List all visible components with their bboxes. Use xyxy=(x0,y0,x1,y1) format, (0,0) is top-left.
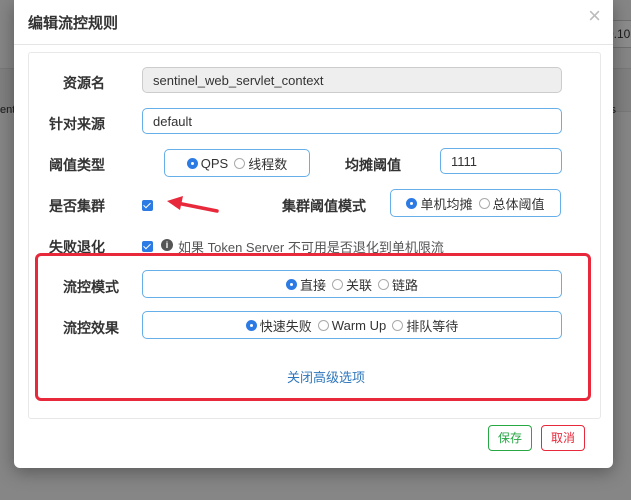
origin-label: 针对来源 xyxy=(49,116,105,132)
radio-qps-dot xyxy=(186,157,198,169)
modal-title: 编辑流控规则 xyxy=(28,15,119,32)
cluster-label: 是否集群 xyxy=(49,198,105,214)
red-arrow-annotation xyxy=(167,196,219,213)
cluster-mode-radio-group: 单机均摊 总体阈值 xyxy=(390,189,561,217)
fallback-checkbox[interactable] xyxy=(142,241,153,252)
origin-input[interactable]: default xyxy=(142,108,562,134)
resource-label: 资源名 xyxy=(63,75,105,91)
cancel-button[interactable]: 取消 xyxy=(541,425,585,451)
avg-threshold-label: 均摊阈值 xyxy=(345,157,401,173)
info-icon: i xyxy=(161,239,173,251)
radio-global-threshold-dot xyxy=(478,197,490,209)
avg-threshold-input[interactable]: 1111 xyxy=(440,148,562,174)
radio-single-avg-dot xyxy=(406,197,418,209)
radio-qps[interactable]: QPS xyxy=(186,155,229,171)
cluster-mode-label: 集群阈值模式 xyxy=(282,198,366,214)
modal-header: 编辑流控规则 × xyxy=(14,0,613,45)
radio-single-avg[interactable]: 单机均摊 xyxy=(406,194,473,213)
cluster-checkbox[interactable] xyxy=(142,200,153,211)
threshold-type-label: 阈值类型 xyxy=(49,157,105,173)
save-button[interactable]: 保存 xyxy=(488,425,532,451)
radio-thread-count[interactable]: 线程数 xyxy=(234,154,287,173)
radio-global-threshold-label: 总体阈值 xyxy=(492,196,545,212)
threshold-type-radio-group: QPS 线程数 xyxy=(164,149,310,177)
resource-name-field: sentinel_web_servlet_context xyxy=(142,67,562,93)
radio-thread-count-label: 线程数 xyxy=(248,156,288,172)
radio-qps-label: QPS xyxy=(200,155,229,171)
radio-global-threshold[interactable]: 总体阈值 xyxy=(478,194,545,213)
advanced-options-highlight xyxy=(35,253,591,401)
radio-single-avg-label: 单机均摊 xyxy=(420,196,473,212)
radio-thread-count-dot xyxy=(234,157,246,169)
close-icon[interactable]: × xyxy=(588,4,601,28)
